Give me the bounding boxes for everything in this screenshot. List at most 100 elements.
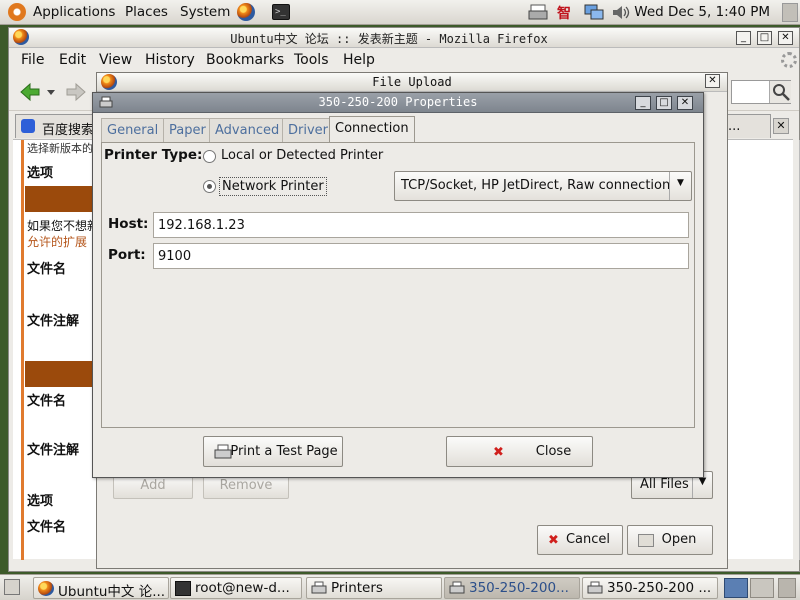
tab-baidu[interactable]: 百度搜索 bbox=[15, 114, 97, 138]
close-button[interactable]: ✖ Close bbox=[446, 436, 593, 467]
tab-advanced[interactable]: Advanced bbox=[209, 118, 286, 142]
baidu-favicon-icon bbox=[21, 119, 35, 133]
ubuntu-logo-icon[interactable] bbox=[8, 3, 26, 21]
print-test-page-label: Print a Test Page bbox=[230, 444, 338, 459]
minimize-button[interactable]: _ bbox=[736, 31, 751, 45]
filename-label: 文件名 bbox=[27, 262, 67, 277]
menu-view[interactable]: View bbox=[99, 52, 132, 68]
properties-minimize-button[interactable]: _ bbox=[635, 96, 651, 110]
activity-throbber-icon bbox=[781, 52, 797, 68]
menu-bookmarks[interactable]: Bookmarks bbox=[206, 52, 284, 68]
open-button[interactable]: Open bbox=[627, 525, 713, 555]
task-properties-label: 350-250-200... bbox=[469, 580, 569, 596]
properties-close-button[interactable]: ✕ bbox=[677, 96, 693, 110]
menu-tools[interactable]: Tools bbox=[294, 52, 329, 68]
file-upload-titlebar[interactable]: File Upload ✕ bbox=[97, 73, 727, 92]
clock[interactable]: Wed Dec 5, 1:40 PM bbox=[634, 4, 770, 20]
maximize-button[interactable]: □ bbox=[757, 31, 772, 45]
file-upload-close-button[interactable]: ✕ bbox=[705, 74, 720, 88]
volume-icon[interactable] bbox=[610, 3, 630, 22]
local-printer-label[interactable]: Local or Detected Printer bbox=[221, 148, 383, 163]
filename-label-2: 文件名 bbox=[27, 394, 67, 409]
menu-history[interactable]: History bbox=[145, 52, 195, 68]
properties-title: 350-250-200 Properties bbox=[318, 95, 478, 109]
properties-titlebar[interactable]: 350-250-200 Properties _ □ ✕ bbox=[93, 93, 703, 113]
task-terminal-label: root@new-d... bbox=[195, 580, 290, 596]
printer-icon bbox=[214, 444, 232, 460]
connection-panel: Printer Type: Local or Detected Printer … bbox=[101, 142, 695, 428]
file-comment-label: 文件注解 bbox=[27, 314, 80, 329]
network-tray-icon[interactable] bbox=[583, 3, 604, 22]
note-line-1: 如果您不想新 bbox=[27, 219, 100, 233]
options-label-2: 选项 bbox=[27, 494, 54, 509]
workspace-2[interactable] bbox=[750, 578, 774, 598]
task-properties-2[interactable]: 350-250-200 ... bbox=[582, 577, 718, 599]
connection-type-combo[interactable]: TCP/Socket, HP JetDirect, Raw connection… bbox=[394, 171, 692, 201]
firefox-launcher-icon[interactable] bbox=[237, 3, 255, 21]
menu-edit[interactable]: Edit bbox=[59, 52, 86, 68]
file-upload-title: File Upload bbox=[372, 75, 452, 89]
remove-button-label: Remove bbox=[219, 478, 273, 493]
input-method-icon[interactable]: 智 bbox=[557, 3, 571, 23]
properties-task-icon bbox=[449, 581, 465, 596]
cancel-button[interactable]: ✖ Cancel bbox=[537, 525, 623, 555]
task-printers[interactable]: Printers bbox=[306, 577, 442, 599]
firefox-titlebar[interactable]: Ubuntu中文 论坛 :: 发表新主题 - Mozilla Firefox _… bbox=[9, 28, 799, 48]
system-menu[interactable]: System bbox=[180, 4, 230, 20]
tab-driver[interactable]: Driver bbox=[282, 118, 335, 142]
menu-file[interactable]: File bbox=[21, 52, 44, 68]
bottom-taskbar: Ubuntu中文 论... root@new-d... Printers 350… bbox=[0, 574, 800, 600]
add-button-label: Add bbox=[140, 478, 166, 493]
open-folder-icon bbox=[638, 534, 654, 547]
printer-properties-dialog: 350-250-200 Properties _ □ ✕ General Pap… bbox=[92, 92, 704, 478]
top-panel: Applications Places System >_ 智 Wed Dec … bbox=[0, 0, 800, 25]
host-field[interactable]: 192.168.1.23 bbox=[153, 212, 689, 238]
applications-menu[interactable]: Applications bbox=[33, 4, 115, 20]
search-icon[interactable] bbox=[769, 81, 791, 103]
close-tab-icon[interactable]: ✕ bbox=[773, 118, 789, 134]
terminal-launcher-icon[interactable]: >_ bbox=[272, 4, 290, 20]
file-filter-value: All Files bbox=[640, 477, 689, 492]
task-terminal[interactable]: root@new-d... bbox=[170, 577, 302, 599]
print-test-page-button[interactable]: Print a Test Page bbox=[203, 436, 343, 467]
content-line-1: 选择新版本的 bbox=[27, 142, 93, 155]
network-printer-radio[interactable] bbox=[203, 180, 216, 193]
tab-general[interactable]: General bbox=[101, 118, 165, 142]
workspace-1[interactable] bbox=[724, 578, 748, 598]
back-history-chevron-icon[interactable] bbox=[47, 90, 55, 95]
task-printers-label: Printers bbox=[331, 580, 383, 596]
places-menu[interactable]: Places bbox=[125, 4, 168, 20]
tab-paper[interactable]: Paper bbox=[163, 118, 212, 142]
properties-maximize-button[interactable]: □ bbox=[656, 96, 672, 110]
host-label: Host: bbox=[108, 216, 149, 232]
terminal-task-icon bbox=[175, 581, 191, 596]
trash-icon[interactable] bbox=[778, 578, 796, 598]
port-field[interactable]: 9100 bbox=[153, 243, 689, 269]
note-line-2-link[interactable]: 允许的扩展 bbox=[27, 233, 87, 250]
menu-help[interactable]: Help bbox=[343, 52, 375, 68]
local-printer-radio[interactable] bbox=[203, 150, 216, 163]
chevron-down-icon: ▼ bbox=[669, 172, 691, 200]
firefox-task-icon bbox=[38, 581, 54, 596]
forum-header-bar bbox=[25, 186, 101, 212]
cancel-button-label: Cancel bbox=[565, 532, 611, 547]
printer-tray-icon[interactable] bbox=[528, 3, 548, 22]
printer-type-label: Printer Type: bbox=[104, 147, 203, 163]
forward-arrow-icon[interactable] bbox=[65, 81, 87, 103]
show-desktop-icon[interactable] bbox=[4, 579, 20, 595]
options-label: 选项 bbox=[27, 166, 54, 181]
tab-connection[interactable]: Connection bbox=[329, 116, 415, 143]
close-window-button[interactable]: ✕ bbox=[778, 31, 793, 45]
task-firefox[interactable]: Ubuntu中文 论... bbox=[33, 577, 169, 599]
file-comment-label-2: 文件注解 bbox=[27, 443, 80, 458]
task-firefox-label: Ubuntu中文 论... bbox=[58, 584, 166, 599]
task-properties-active[interactable]: 350-250-200... bbox=[444, 577, 580, 599]
tab-baidu-label: 百度搜索 bbox=[42, 123, 95, 138]
port-label: Port: bbox=[108, 247, 146, 263]
network-printer-label[interactable]: Network Printer bbox=[219, 177, 327, 196]
firefox-window-title: Ubuntu中文 论坛 :: 发表新主题 - Mozilla Firefox bbox=[230, 32, 548, 46]
logout-icon[interactable] bbox=[782, 3, 798, 22]
cancel-x-icon: ✖ bbox=[548, 533, 559, 548]
close-button-label: Close bbox=[535, 444, 572, 459]
back-arrow-icon[interactable] bbox=[19, 81, 41, 103]
